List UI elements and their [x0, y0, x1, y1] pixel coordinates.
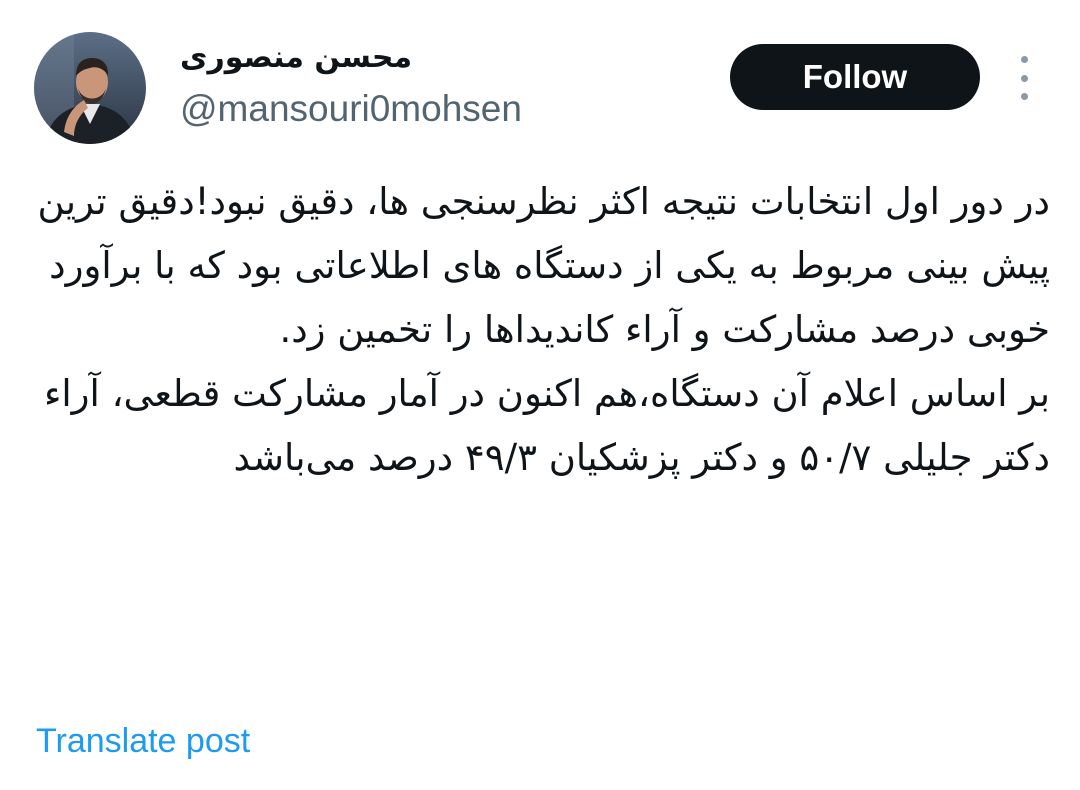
avatar-image: [34, 32, 146, 144]
translate-post-link[interactable]: Translate post: [36, 718, 250, 764]
display-name[interactable]: محسن منصوری: [180, 36, 480, 80]
follow-button[interactable]: Follow: [730, 44, 980, 110]
more-dot: [1020, 93, 1028, 100]
avatar[interactable]: [34, 32, 146, 144]
username[interactable]: @mansouri0mohsen: [180, 84, 522, 134]
post-text: در دور اول انتخابات نتیجه اکثر نظرسنجی ه…: [30, 170, 1050, 690]
more-dot: [1020, 74, 1028, 82]
post-header: محسن منصوری @mansouri0mohsen Follow: [0, 0, 1080, 160]
more-vertical-icon[interactable]: [1008, 56, 1040, 100]
post-paragraph: در دور اول انتخابات نتیجه اکثر نظرسنجی ه…: [37, 180, 1050, 351]
more-dot: [1020, 56, 1028, 63]
post-paragraph: بر اساس اعلام آن دستگاه،هم اکنون در آمار…: [44, 372, 1050, 479]
